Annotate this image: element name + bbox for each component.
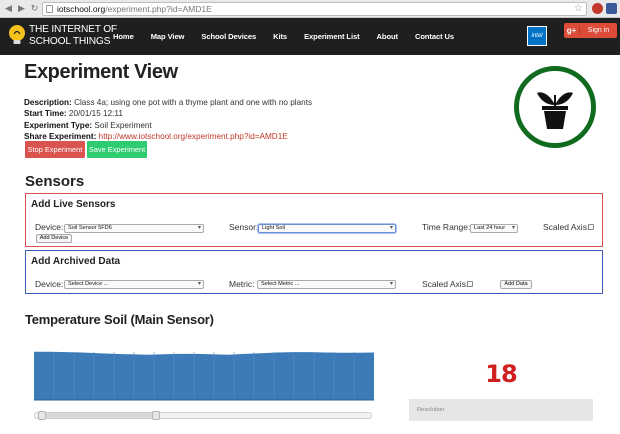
page-title: Experiment View bbox=[24, 61, 178, 83]
archive-device-label: Device: bbox=[35, 279, 64, 289]
sensors-heading: Sensors bbox=[25, 173, 85, 190]
resolution-panel[interactable]: Resolution bbox=[409, 399, 593, 421]
live-sensor-label: Sensor: bbox=[229, 222, 259, 232]
live-scaled-axis-label: Scaled Axis: bbox=[543, 222, 590, 232]
logo-line-1: THE INTERNET OF bbox=[29, 24, 117, 35]
main-nav: Home Map View School Devices Kits Experi… bbox=[113, 18, 471, 55]
page-icon bbox=[46, 5, 53, 13]
url-path: /experiment.php?id=AMD1E bbox=[105, 4, 212, 14]
nav-school-devices[interactable]: School Devices bbox=[201, 32, 256, 41]
nav-contact-us[interactable]: Contact Us bbox=[415, 32, 454, 41]
slider-left-handle[interactable] bbox=[37, 411, 46, 420]
lightbulb-logo-icon[interactable] bbox=[7, 24, 27, 46]
browser-toolbar: ◀ ▶ ↻ iotschool.org/experiment.php?id=AM… bbox=[0, 0, 620, 18]
reload-icon[interactable]: ↻ bbox=[29, 3, 40, 14]
forward-icon[interactable]: ▶ bbox=[16, 3, 27, 14]
share-link[interactable]: http://www.iotschool.org/experiment.php?… bbox=[99, 132, 288, 141]
bookmark-star-icon[interactable]: ☆ bbox=[574, 3, 583, 15]
start-time-label: Start Time: bbox=[24, 109, 67, 119]
nav-map-view[interactable]: Map View bbox=[151, 32, 185, 41]
nav-kits[interactable]: Kits bbox=[273, 32, 287, 41]
google-signin-button[interactable]: g+ Sign in bbox=[564, 23, 617, 38]
archive-scaled-axis-label: Scaled Axis: bbox=[422, 279, 469, 289]
back-icon[interactable]: ◀ bbox=[3, 3, 14, 14]
description-value: Class 4a; using one pot with a thyme pla… bbox=[74, 98, 313, 107]
stop-experiment-button[interactable]: Stop Experiment bbox=[25, 141, 85, 158]
experiment-type-label: Experiment Type: bbox=[24, 120, 93, 130]
url-host: iotschool.org bbox=[57, 4, 106, 14]
live-sensor-select[interactable]: Light Soil bbox=[258, 224, 396, 233]
description-label: Description: bbox=[24, 98, 72, 107]
temperature-chart[interactable] bbox=[28, 346, 378, 406]
live-device-label: Device: bbox=[35, 222, 64, 232]
add-live-sensors-title: Add Live Sensors bbox=[31, 199, 116, 210]
start-time-value: 20/01/15 12:11 bbox=[68, 109, 123, 119]
time-range-label: Time Range: bbox=[422, 222, 471, 232]
address-bar[interactable]: iotschool.org/experiment.php?id=AMD1E ☆ bbox=[42, 2, 587, 16]
time-range-slider[interactable] bbox=[34, 411, 372, 420]
soil-experiment-badge bbox=[514, 66, 596, 148]
archive-scaled-axis-checkbox[interactable] bbox=[467, 281, 473, 287]
intel-logo-text: intel bbox=[531, 33, 543, 39]
chart-title: Temperature Soil (Main Sensor) bbox=[25, 312, 214, 327]
intel-logo: intel bbox=[527, 26, 547, 46]
add-live-sensors-panel: Add Live Sensors Device: Soil Sensor 5FD… bbox=[25, 193, 603, 247]
save-experiment-button[interactable]: Save Experiment bbox=[87, 141, 147, 158]
archive-device-select[interactable]: Select Device ... bbox=[64, 280, 204, 289]
chart-area-series bbox=[34, 351, 374, 400]
slider-right-handle[interactable] bbox=[151, 411, 160, 420]
nav-experiment-list[interactable]: Experiment List bbox=[304, 32, 360, 41]
metric-select[interactable]: Select Metric ... bbox=[257, 280, 396, 289]
extension-icon[interactable] bbox=[592, 3, 603, 14]
experiment-details: Description: Class 4a; using one pot wit… bbox=[24, 97, 312, 143]
nav-about[interactable]: About bbox=[377, 32, 399, 41]
live-device-select[interactable]: Soil Sensor 5FD6 bbox=[64, 224, 204, 233]
current-reading: 18 bbox=[485, 360, 517, 388]
nav-home[interactable]: Home bbox=[113, 32, 134, 41]
resolution-label: Resolution bbox=[417, 407, 445, 413]
add-data-button[interactable]: Add Data bbox=[500, 280, 532, 289]
time-range-select[interactable]: Last 24 hour bbox=[470, 224, 518, 233]
share-label: Share Experiment: bbox=[24, 132, 97, 142]
add-device-button[interactable]: Add Device bbox=[36, 234, 72, 243]
signin-label: Sign in bbox=[587, 27, 610, 34]
translate-icon[interactable] bbox=[606, 3, 617, 14]
add-archived-data-panel: Add Archived Data Device: Select Device … bbox=[25, 250, 603, 294]
live-scaled-axis-checkbox[interactable] bbox=[588, 224, 594, 230]
logo-line-2: SCHOOL THINGS bbox=[29, 35, 111, 47]
google-plus-icon: g+ bbox=[564, 26, 580, 35]
potted-plant-icon bbox=[537, 92, 573, 129]
metric-label: Metric: bbox=[229, 279, 255, 289]
add-archived-data-title: Add Archived Data bbox=[31, 256, 121, 267]
experiment-type-value: Soil Experiment bbox=[94, 120, 152, 130]
site-logo[interactable]: THE INTERNET OF SCHOOL THINGS bbox=[29, 24, 117, 47]
slider-selected-range bbox=[41, 413, 156, 418]
site-header: THE INTERNET OF SCHOOL THINGS Home Map V… bbox=[0, 18, 620, 55]
